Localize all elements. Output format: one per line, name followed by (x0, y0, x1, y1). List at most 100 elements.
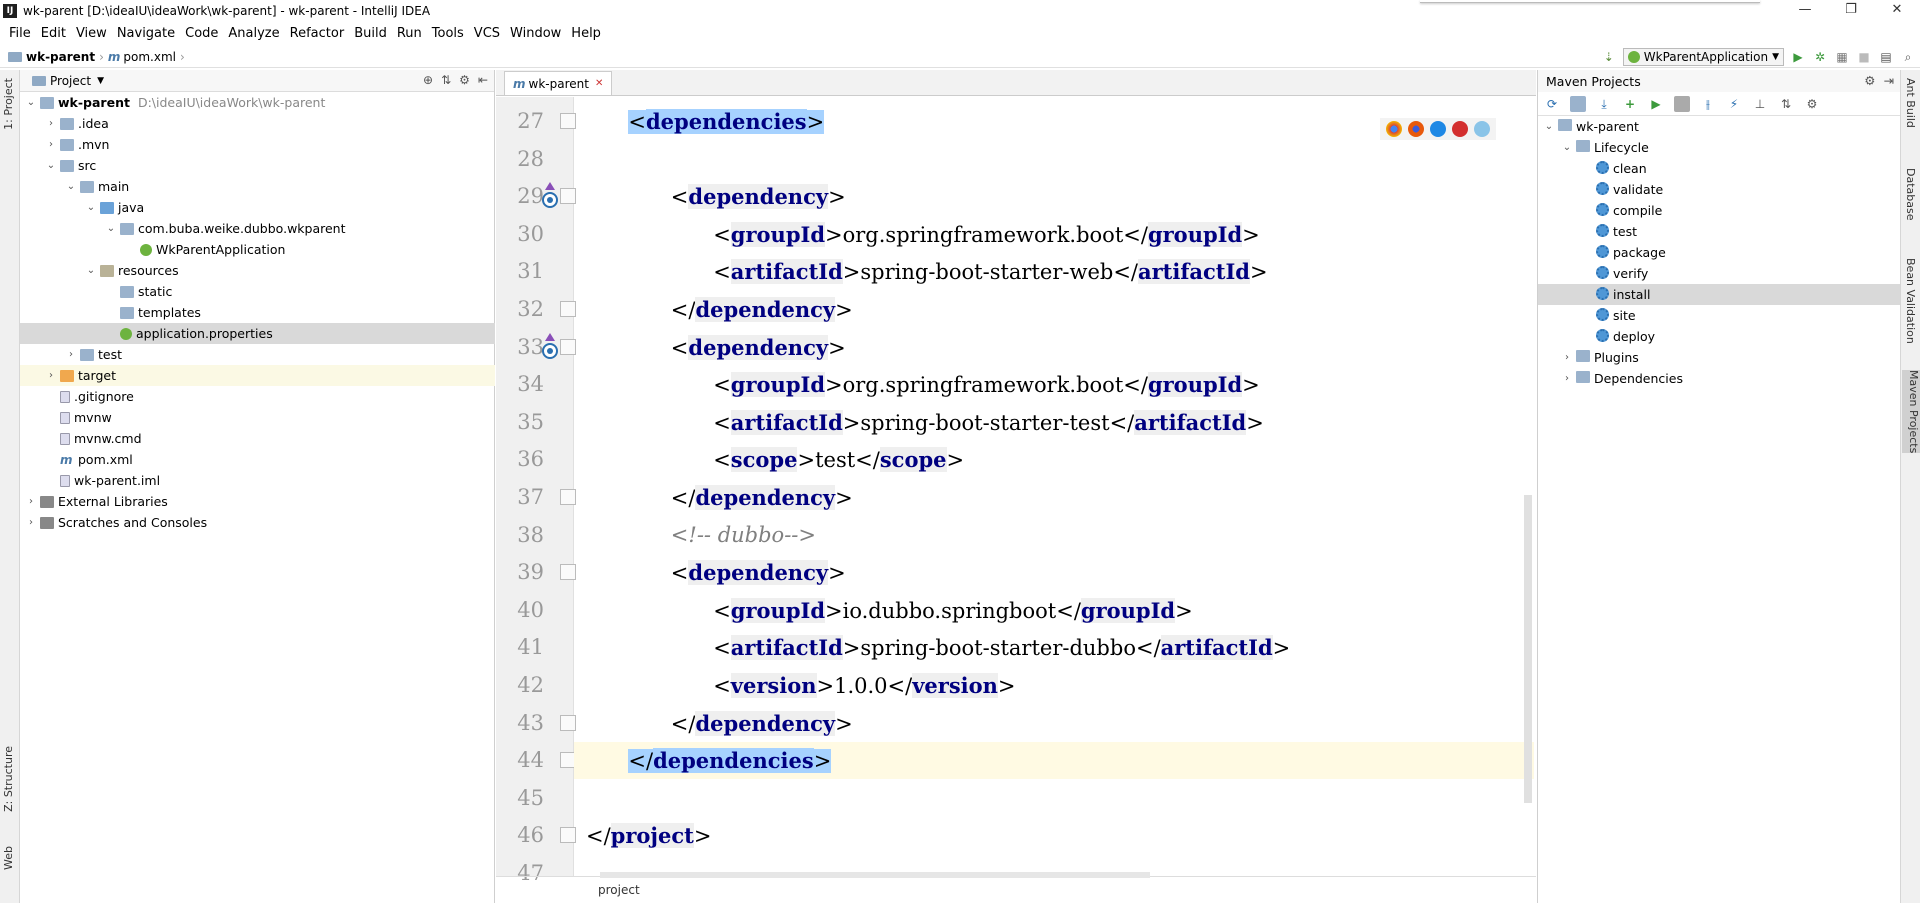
chevron-down-icon[interactable]: ⌄ (1542, 121, 1556, 132)
chevron-down-icon[interactable]: ⌄ (84, 265, 98, 276)
tree-item[interactable]: static (20, 281, 495, 302)
tree-item[interactable]: .gitignore (20, 386, 495, 407)
search-icon[interactable]: ⌕ (1900, 49, 1916, 65)
chevron-down-icon[interactable]: ⌄ (84, 202, 98, 213)
code-line[interactable]: <groupId>org.springframework.boot</group… (574, 216, 1534, 253)
menu-build[interactable]: Build (349, 26, 392, 41)
tab-bean-validation[interactable]: Bean Validation (1904, 258, 1917, 344)
tree-item[interactable]: › External Libraries (20, 491, 495, 512)
menu-run[interactable]: Run (392, 26, 427, 41)
maven-lifecycle[interactable]: ⌄ Lifecycle (1538, 137, 1901, 158)
horizontal-scrollbar[interactable] (600, 872, 1150, 878)
maven-goal-validate[interactable]: validate (1538, 179, 1901, 200)
close-tab-icon[interactable]: ✕ (595, 78, 603, 89)
code-line[interactable]: </dependencies> (574, 742, 1534, 780)
stop-icon[interactable]: ■ (1856, 49, 1872, 65)
tree-item[interactable]: ⌄ wk-parent D:\ideaIU\ideaWork\wk-parent (20, 92, 495, 113)
code-line[interactable]: </dependency> (574, 479, 1534, 516)
add-icon[interactable]: + (1622, 96, 1638, 112)
code-line[interactable]: </dependency> (574, 291, 1534, 328)
vertical-scrollbar[interactable] (1524, 495, 1532, 803)
code-line[interactable] (574, 141, 1534, 178)
breadcrumb-file[interactable]: pom.xml (123, 50, 176, 64)
chevron-right-icon[interactable]: › (44, 118, 58, 129)
menu-file[interactable]: File (4, 26, 36, 41)
close-icon[interactable]: ✕ (1874, 0, 1920, 22)
code-area[interactable]: <dependencies> <dependency> <groupId>org.s… (574, 97, 1536, 877)
maven-plugins[interactable]: › Plugins (1538, 347, 1901, 368)
chevron-down-icon[interactable]: ⌄ (1560, 142, 1574, 153)
ie-icon[interactable] (1474, 121, 1490, 137)
menu-analyze[interactable]: Analyze (223, 26, 284, 41)
minimize-icon[interactable]: — (1782, 0, 1828, 22)
code-line[interactable]: <groupId>io.dubbo.springboot</groupId> (574, 592, 1534, 629)
tree-item[interactable]: ⌄ main (20, 176, 495, 197)
editor-breadcrumb[interactable]: project (496, 876, 1536, 903)
tree-item[interactable]: ⌄ src (20, 155, 495, 176)
chevron-down-icon[interactable]: ▼ (97, 76, 104, 86)
collapse-all-icon[interactable]: ⇅ (1778, 96, 1794, 112)
toggle-offline-icon[interactable]: ⫲ (1700, 96, 1716, 112)
maven-goal-test[interactable]: test (1538, 221, 1901, 242)
maven-goal-clean[interactable]: clean (1538, 158, 1901, 179)
maven-goal-deploy[interactable]: deploy (1538, 326, 1901, 347)
code-line[interactable]: </project> (574, 817, 1534, 854)
menu-help[interactable]: Help (566, 26, 606, 41)
menu-tools[interactable]: Tools (427, 26, 469, 41)
gear-icon[interactable]: ⚙ (1864, 73, 1875, 88)
run-configuration-select[interactable]: WkParentApplication ▼ (1622, 48, 1784, 66)
tree-item[interactable]: m pom.xml (20, 449, 495, 470)
build-project-icon[interactable]: ⇣ (1601, 49, 1617, 65)
opera-icon[interactable] (1452, 121, 1468, 137)
hide-icon[interactable]: ⇥ (1884, 73, 1894, 88)
code-line[interactable]: <dependency> (574, 554, 1534, 591)
run-maven-icon[interactable]: ▶ (1648, 96, 1664, 112)
skip-tests-icon[interactable]: ⚡ (1726, 96, 1742, 112)
menu-window[interactable]: Window (505, 26, 566, 41)
chevron-down-icon[interactable]: ⌄ (24, 97, 38, 108)
tree-item[interactable]: mvnw.cmd (20, 428, 495, 449)
menu-refactor[interactable]: Refactor (285, 26, 350, 41)
overrides-icon[interactable] (540, 331, 560, 361)
chrome-icon[interactable] (1386, 121, 1402, 137)
project-structure-icon[interactable]: ▤ (1878, 49, 1894, 65)
menu-code[interactable]: Code (180, 26, 223, 41)
code-line[interactable] (574, 780, 1534, 817)
tab-maven-projects[interactable]: Maven Projects (1902, 370, 1920, 454)
tree-item[interactable]: ⌄ com.buba.weike.dubbo.wkparent (20, 218, 495, 239)
collapse-all-icon[interactable]: ⇅ (441, 73, 451, 87)
tab-database[interactable]: Database (1904, 168, 1917, 221)
tree-item[interactable]: › .idea (20, 113, 495, 134)
gear-icon[interactable]: ⚙ (459, 73, 470, 87)
tree-item[interactable]: WkParentApplication (20, 239, 495, 260)
project-panel-title[interactable]: Project (50, 74, 91, 88)
tree-item[interactable]: › .mvn (20, 134, 495, 155)
tree-item[interactable]: wk-parent.iml (20, 470, 495, 491)
chevron-right-icon[interactable]: › (1560, 373, 1574, 384)
tree-item[interactable]: ⌄ java (20, 197, 495, 218)
code-line[interactable]: </dependency> (574, 705, 1534, 742)
chevron-down-icon[interactable]: ⌄ (104, 223, 118, 234)
code-line[interactable]: <artifactId>spring-boot-starter-dubbo</a… (574, 629, 1534, 666)
download-icon[interactable]: ⤓ (1596, 96, 1612, 112)
maven-goal-site[interactable]: site (1538, 305, 1901, 326)
code-line[interactable]: <artifactId>spring-boot-starter-test</ar… (574, 404, 1534, 441)
menu-edit[interactable]: Edit (36, 26, 71, 41)
chevron-right-icon[interactable]: › (24, 496, 38, 507)
breadcrumb-project[interactable]: wk-parent (26, 50, 95, 64)
code-line[interactable]: <version>1.0.0</version> (574, 667, 1534, 704)
tree-item[interactable]: › test (20, 344, 495, 365)
tree-item[interactable]: application.properties (20, 323, 495, 344)
overrides-icon[interactable] (540, 180, 560, 210)
hide-icon[interactable]: ⇤ (478, 73, 488, 87)
dependency-diagram-icon[interactable]: ⊥ (1752, 96, 1768, 112)
tree-item[interactable]: mvnw (20, 407, 495, 428)
tree-item[interactable]: ⌄ resources (20, 260, 495, 281)
reimport-icon[interactable]: ⟳ (1544, 96, 1560, 112)
run-icon[interactable]: ▶ (1790, 49, 1806, 65)
restore-icon[interactable]: ❐ (1828, 0, 1874, 22)
execute-goal-icon[interactable] (1674, 95, 1690, 112)
chevron-right-icon[interactable]: › (64, 349, 78, 360)
chevron-down-icon[interactable]: ⌄ (44, 160, 58, 171)
chevron-right-icon[interactable]: › (24, 517, 38, 528)
